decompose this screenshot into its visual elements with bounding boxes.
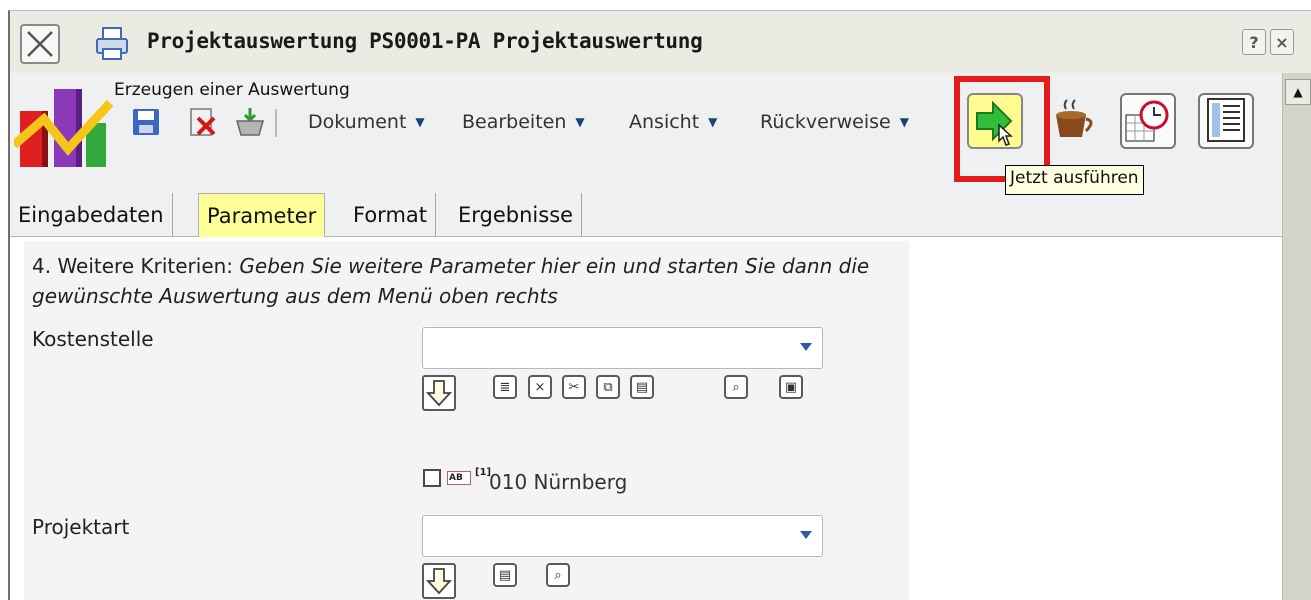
- run-now-tooltip: Jetzt ausführen: [1005, 165, 1144, 195]
- tab-ergebnisse[interactable]: Ergebnisse: [450, 193, 583, 237]
- projektart-label: Projektart: [32, 515, 130, 539]
- menu-dokument[interactable]: Dokument ▼: [308, 111, 425, 133]
- parameter-content: 4. Weitere Kriterien: Geben Sie weitere …: [10, 237, 1282, 600]
- menu-ansicht[interactable]: Ansicht ▼: [629, 111, 717, 133]
- help-button[interactable]: ?: [1242, 29, 1266, 55]
- menu-rueckverweise[interactable]: Rückverweise ▼: [760, 111, 909, 133]
- chevron-down-icon: ▼: [708, 115, 718, 129]
- kostenstelle-select[interactable]: [422, 327, 823, 369]
- report-window: Projektauswertung PS0001-PA Projektauswe…: [8, 10, 1311, 600]
- arrow-down-icon: [425, 380, 453, 407]
- arrow-down-icon: [425, 568, 453, 595]
- schedule-button[interactable]: [1120, 93, 1176, 149]
- chevron-down-icon: ▼: [575, 115, 585, 129]
- remove-icon[interactable]: ×: [528, 375, 552, 399]
- add-selection-button[interactable]: [422, 563, 456, 599]
- window-title: Projektauswertung PS0001-PA Projektauswe…: [147, 29, 703, 53]
- add-selection-button[interactable]: [422, 375, 456, 411]
- toolbar-caption: Erzeugen einer Auswertung: [114, 80, 350, 100]
- projektart-select[interactable]: [422, 515, 823, 557]
- title-bar: Projektauswertung PS0001-PA Projektauswe…: [10, 11, 1311, 73]
- scroll-up-arrow-icon[interactable]: ▲: [1285, 79, 1311, 105]
- kostenstelle-item-checkbox[interactable]: [423, 469, 441, 487]
- instruction-text: 4. Weitere Kriterien: Geben Sie weitere …: [32, 254, 870, 308]
- cut-icon[interactable]: ✂: [562, 375, 586, 399]
- chevron-down-icon: [800, 343, 812, 351]
- print-icon[interactable]: [92, 25, 132, 63]
- search-icon[interactable]: ⌕: [724, 375, 748, 399]
- report-chart-logo-icon: [11, 79, 114, 171]
- report-list-icon: [1207, 98, 1245, 142]
- tab-parameter[interactable]: Parameter: [198, 193, 326, 237]
- tab-eingabedaten[interactable]: Eingabedaten: [10, 193, 173, 237]
- delete-document-icon[interactable]: [186, 106, 218, 138]
- paste-icon[interactable]: ▤: [630, 375, 654, 399]
- search-icon[interactable]: ⌕: [546, 563, 570, 587]
- coffee-cup-icon: [1056, 99, 1093, 137]
- vertical-scrollbar[interactable]: ▲: [1282, 73, 1311, 600]
- chevron-down-icon: [800, 531, 812, 539]
- close-icon[interactable]: [20, 24, 60, 64]
- basket-download-icon[interactable]: [234, 106, 266, 138]
- chevron-down-icon: ▼: [899, 115, 909, 129]
- tab-format[interactable]: Format: [345, 193, 437, 237]
- criteria-panel: 4. Weitere Kriterien: Geben Sie weitere …: [24, 241, 909, 600]
- report-layout-button[interactable]: [1198, 93, 1254, 149]
- kostenstelle-item-label: 010 Nürnberg: [489, 470, 628, 494]
- copy-icon[interactable]: ⧉: [596, 375, 620, 399]
- kostenstelle-label: Kostenstelle: [32, 327, 154, 351]
- window-close-button[interactable]: ×: [1270, 29, 1294, 55]
- paste-icon[interactable]: ▤: [493, 563, 517, 587]
- toolbar-separator: [275, 109, 277, 137]
- menu-bearbeiten[interactable]: Bearbeiten ▼: [462, 111, 585, 133]
- print-list-icon[interactable]: ▣: [779, 375, 803, 399]
- calendar-clock-icon: [1125, 100, 1169, 142]
- chevron-down-icon: ▼: [415, 115, 425, 129]
- save-icon[interactable]: [130, 106, 162, 138]
- text-field-icon: AB: [447, 471, 471, 485]
- move-to-end-icon[interactable]: ≣: [493, 375, 517, 399]
- coffee-break-button[interactable]: [1046, 93, 1102, 149]
